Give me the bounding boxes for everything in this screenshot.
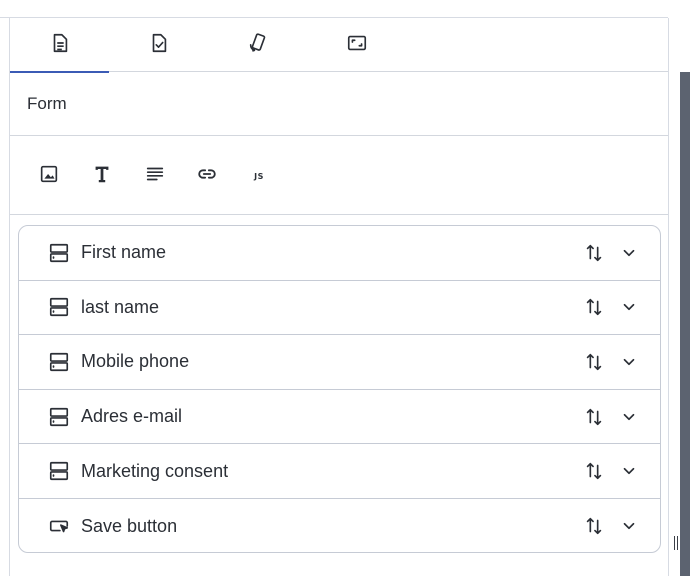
link-icon	[196, 163, 218, 190]
chevron-down-icon[interactable]	[619, 516, 639, 536]
sort-icon[interactable]	[582, 241, 606, 265]
sort-icon[interactable]	[582, 459, 606, 483]
sort-icon[interactable]	[582, 295, 606, 319]
input-field-icon	[48, 351, 70, 373]
tab-document[interactable]	[10, 18, 109, 73]
fullscreen-icon	[346, 32, 368, 59]
form-editor-panel: Form JS First name last name Mobile phon…	[10, 18, 668, 576]
tab-checklist[interactable]	[109, 18, 208, 72]
device-rotate-icon	[247, 32, 269, 59]
paragraph-icon	[144, 163, 166, 190]
tab-bar	[10, 18, 668, 73]
document-check-icon	[148, 32, 170, 59]
add-link-button[interactable]	[192, 161, 222, 191]
field-label: First name	[81, 242, 167, 263]
sort-icon[interactable]	[582, 514, 606, 538]
field-label: Mobile phone	[81, 351, 190, 372]
resize-grip-icon[interactable]	[674, 536, 680, 550]
field-label: Save button	[81, 515, 178, 536]
button-icon	[48, 515, 70, 537]
field-row[interactable]: First name	[19, 226, 660, 281]
field-label: Marketing consent	[81, 460, 229, 481]
add-script-button[interactable]: JS	[244, 161, 274, 191]
add-image-button[interactable]	[34, 161, 64, 191]
input-field-icon	[48, 242, 70, 264]
sort-icon[interactable]	[582, 350, 606, 374]
text-icon	[91, 163, 113, 190]
section-title: Form	[10, 73, 668, 136]
add-text-button[interactable]	[87, 161, 117, 191]
input-field-icon	[48, 296, 70, 318]
chevron-down-icon[interactable]	[619, 297, 639, 317]
element-toolbar: JS	[10, 137, 668, 215]
image-icon	[38, 163, 60, 190]
add-paragraph-button[interactable]	[140, 161, 170, 191]
field-row[interactable]: last name	[19, 281, 660, 336]
input-field-icon	[48, 406, 70, 428]
field-row[interactable]: Mobile phone	[19, 335, 660, 390]
form-fields-list: First name last name Mobile phone Adres …	[18, 225, 661, 553]
scrollbar-thumb[interactable]	[680, 72, 690, 576]
field-row[interactable]: Adres e-mail	[19, 390, 660, 445]
sort-icon[interactable]	[582, 405, 606, 429]
tab-device-rotate[interactable]	[208, 18, 307, 72]
tab-fullscreen[interactable]	[307, 18, 406, 72]
chevron-down-icon[interactable]	[619, 352, 639, 372]
field-row[interactable]: Marketing consent	[19, 444, 660, 499]
field-label: last name	[81, 296, 160, 317]
document-icon	[49, 32, 71, 59]
chevron-down-icon[interactable]	[619, 461, 639, 481]
field-row[interactable]: Save button	[19, 499, 660, 552]
chevron-down-icon[interactable]	[619, 243, 639, 263]
js-icon: JS	[254, 171, 264, 181]
top-strip	[0, 0, 668, 18]
field-label: Adres e-mail	[81, 406, 183, 427]
chevron-down-icon[interactable]	[619, 407, 639, 427]
input-field-icon	[48, 460, 70, 482]
